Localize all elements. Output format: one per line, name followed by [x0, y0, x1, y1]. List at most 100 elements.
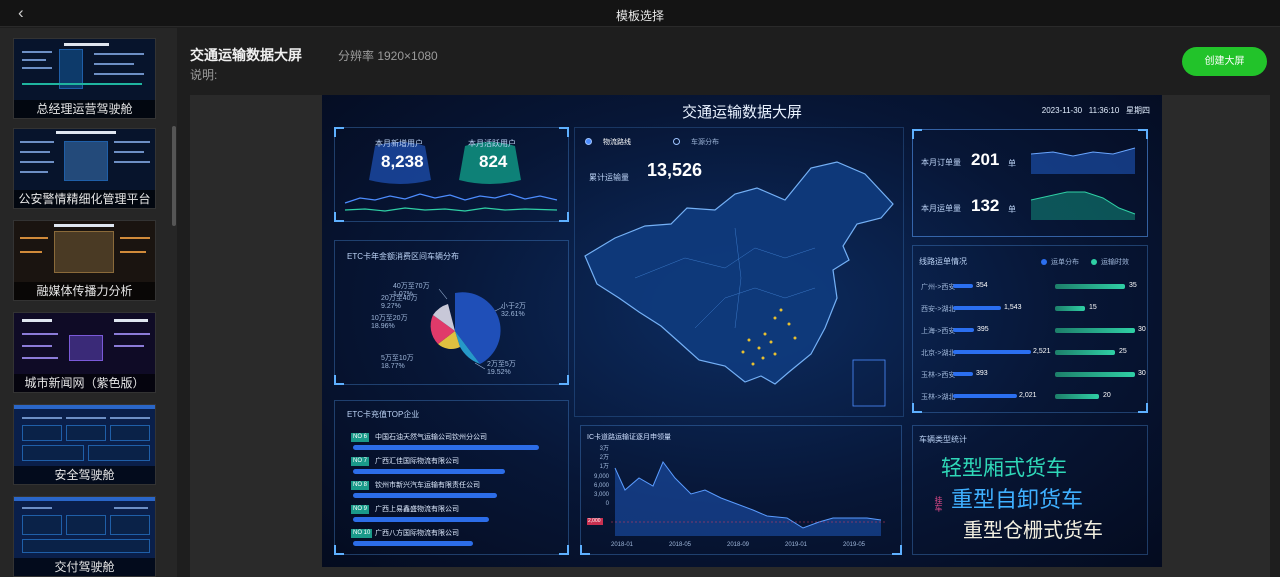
etc-distribution-panel: ETC卡年金额消费区间车辆分布 40万至70万 1.07% 20万至40万 9.27…: [334, 240, 569, 385]
etc-pie-chart: [430, 288, 504, 370]
template-card-5[interactable]: 交付驾驶舱: [13, 496, 156, 577]
orders-sparklines: [1030, 147, 1136, 220]
rank-badge: NO 7: [351, 457, 370, 466]
ic-y-axis: 3万 2万 1万 9,000 6,000 3,000 0: [593, 446, 609, 508]
route-name: 玉林->西安: [921, 372, 956, 379]
route-time: 35: [1129, 282, 1137, 289]
dashboard-title: 交通运输数据大屏: [681, 104, 802, 121]
pie-label-2-5: 2万至5万 19.52%: [487, 361, 516, 376]
template-card-2[interactable]: 融媒体传播力分析: [13, 220, 156, 301]
rank-badge: NO 8: [351, 481, 370, 490]
ic-x-tick: 2018-01: [611, 542, 634, 548]
company-bar: [353, 541, 473, 546]
ic-x-tick: 2018-05: [669, 542, 692, 548]
users-panel: 本月新增用户 8,238 本月活跃用户 824: [334, 127, 569, 222]
vehicle-type-0: 轻型厢式货车: [941, 457, 1067, 480]
route-name: 西安->湖北: [921, 306, 956, 313]
legend-dot-icon: [1041, 259, 1047, 265]
route-time-bar: [1055, 372, 1135, 377]
active-users-label: 本月活跃用户: [468, 139, 516, 148]
route-count-bar: [953, 372, 973, 376]
weekday-text: 星期四: [1126, 106, 1150, 115]
template-label: 融媒体传播力分析: [14, 282, 155, 300]
vehicle-type-2: 重型仓栅式货车: [963, 520, 1103, 542]
pie-label-lt2: 小于2万 32.61%: [501, 303, 526, 318]
template-label: 城市新闻网（紫色版）: [14, 374, 155, 392]
ic-line-chart: [587, 461, 886, 536]
route-name: 广州->西安: [921, 284, 956, 291]
ic-x-tick: 2018-09: [727, 542, 750, 548]
date-text: 2023-11-30: [1041, 106, 1083, 115]
sidebar-scrollbar[interactable]: [172, 126, 176, 226]
company-bar: [353, 493, 497, 498]
template-label: 交付驾驶舱: [14, 558, 155, 576]
ic-card-panel: IC卡道路运输证逐月申领量 3万 2万 1万 9,000 6,000 3,000 0 2,0…: [580, 425, 902, 555]
route-name: 上海->西安: [921, 328, 956, 335]
template-card-3[interactable]: 城市新闻网（紫色版）: [13, 312, 156, 393]
route-time-bar: [1055, 328, 1135, 333]
route-name: 北京->湖北: [921, 350, 956, 357]
page-title: 模板选择: [615, 9, 664, 23]
vehicle-types-title: 车辆类型统计: [919, 435, 967, 444]
etc-top-companies-panel: ETC卡充值TOP企业 NO 6 中国石油天然气运输公司钦州分公司 NO 7 广…: [334, 400, 569, 555]
template-preview: 交通运输数据大屏 2023-11-30 11:36:10 星期四 本月新增用户 …: [190, 95, 1270, 577]
vehicle-type-1: 重型自卸货车: [951, 487, 1084, 512]
route-count: 393: [976, 370, 988, 377]
route-count: 354: [976, 282, 988, 289]
template-label: 安全驾驶舱: [14, 466, 155, 484]
route-time: 30: [1138, 370, 1146, 377]
dashboard-datetime: 2023-11-30 11:36:10 星期四: [1042, 105, 1150, 116]
china-map: [584, 161, 894, 407]
route-count: 2,521: [1033, 348, 1051, 355]
route-count: 1,543: [1004, 304, 1022, 311]
company-bar: [353, 445, 539, 450]
route-count-bar: [953, 394, 1017, 398]
ic-x-tick: 2019-05: [843, 542, 866, 548]
vehicle-type-side: 挂车: [934, 496, 943, 512]
route-time: 20: [1103, 392, 1111, 399]
company-name: 广西八方国际物流有限公司: [375, 530, 459, 537]
route-time: 30: [1138, 326, 1146, 333]
template-card-1[interactable]: 公安警情精细化管理平台: [13, 128, 156, 209]
rank-badge: NO 6: [351, 433, 370, 442]
new-users-value: 8,238: [381, 152, 424, 171]
users-decoration: [344, 142, 558, 212]
company-name: 中国石油天然气运输公司钦州分公司: [375, 434, 487, 441]
company-name: 广西汇佳国际物流有限公司: [375, 458, 459, 465]
route-count-bar: [953, 284, 973, 288]
route-time-bar: [1055, 350, 1115, 355]
pie-label-20-40: 20万至40万 9.27%: [381, 295, 418, 310]
template-card-0[interactable]: 总经理运营驾驶舱: [13, 38, 156, 119]
template-description: 说明:: [190, 68, 218, 82]
pie-label-10-20: 10万至20万 18.96%: [371, 315, 408, 330]
route-count-bar: [953, 328, 974, 332]
legend-dot-icon: [1091, 259, 1097, 265]
template-label: 总经理运营驾驶舱: [14, 100, 155, 118]
new-users-label: 本月新增用户: [375, 139, 423, 148]
template-card-4[interactable]: 安全驾驶舱: [13, 404, 156, 485]
route-count: 395: [977, 326, 989, 333]
pie-label-5-10: 5万至10万 18.77%: [381, 355, 414, 370]
route-count: 2,021: [1019, 392, 1037, 399]
routes-legend-count: 运单分布: [1051, 259, 1079, 266]
routes-legend-time: 运输时效: [1101, 259, 1129, 266]
route-time-bar: [1055, 394, 1099, 399]
map-panel: 物流路线 车源分布 累计运输量 13,526: [574, 127, 904, 417]
create-screen-button[interactable]: 创建大屏: [1182, 47, 1267, 76]
route-name: 玉林->湖北: [921, 394, 956, 401]
ic-x-tick: 2019-01: [785, 542, 808, 548]
route-time: 15: [1089, 304, 1097, 311]
company-name: 钦州市新兴汽车运输有限责任公司: [375, 482, 480, 489]
template-name: 交通运输数据大屏: [190, 47, 302, 63]
template-label: 公安警情精细化管理平台: [14, 190, 155, 208]
template-detail: 交通运输数据大屏 分辨率 1920×1080 说明: 创建大屏 交通运输数据大屏…: [177, 28, 1280, 577]
ic-marker-label: 2,000: [588, 518, 601, 524]
company-bar: [353, 469, 505, 474]
company-bar: [353, 517, 489, 522]
vehicle-types-panel: 车辆类型统计 轻型厢式货车 重型自卸货车 重型仓栅式货车 挂车: [912, 425, 1148, 555]
orders-panel: 本月订单量 201 单 本月运单量 132 单: [912, 129, 1148, 237]
routes-panel: 线路运单情况 运单分布 运输时效 广州->西安 354 35 西安->湖北 1,…: [912, 245, 1148, 413]
template-list[interactable]: 总经理运营驾驶舱 公安警情精细化管理平台 融媒体传播力分析 城市新闻网（紫色版）…: [0, 28, 177, 577]
route-time-bar: [1055, 284, 1125, 289]
top-companies-title: ETC卡充值TOP企业: [347, 410, 420, 419]
